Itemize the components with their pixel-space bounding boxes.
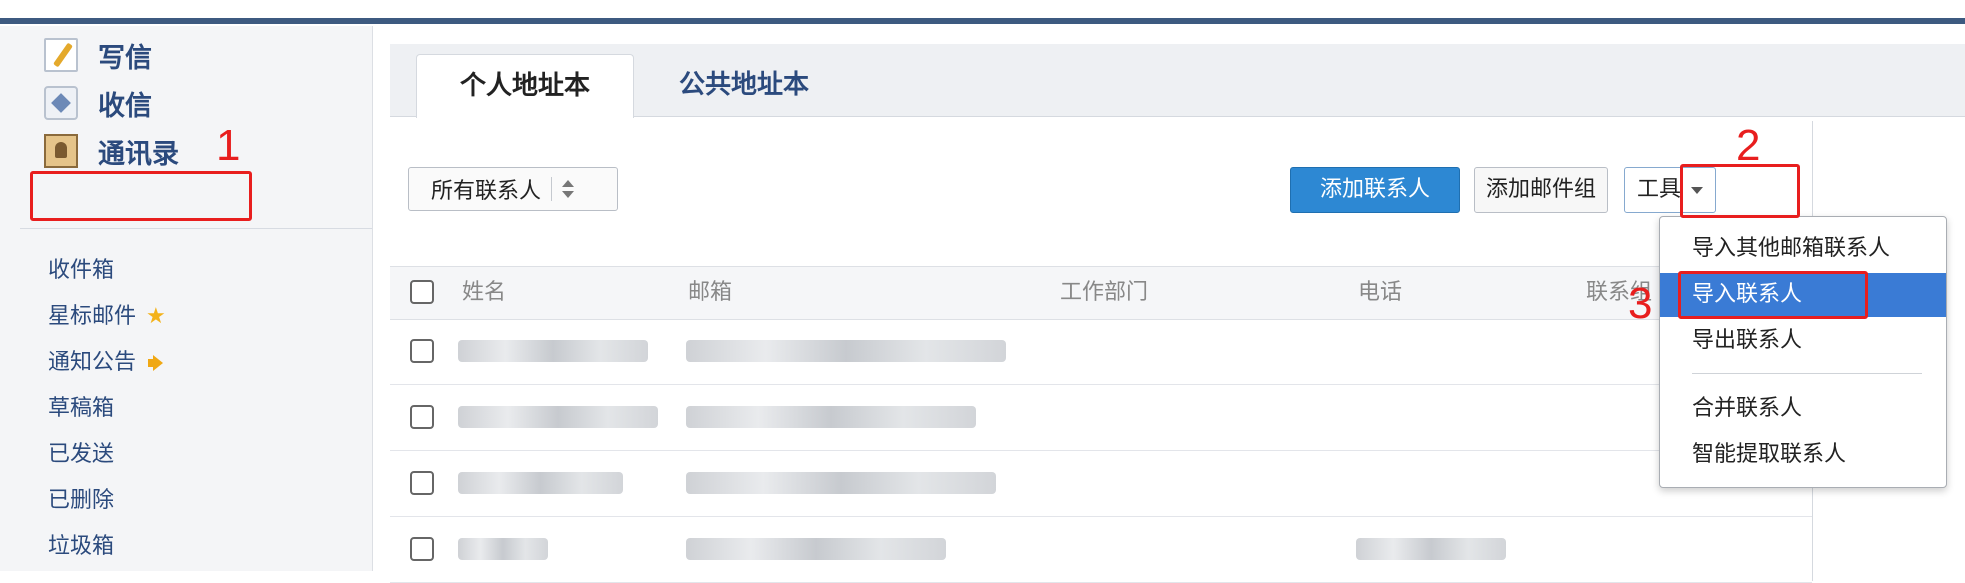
folder-sent[interactable]: 已发送 bbox=[48, 432, 166, 478]
folder-notices[interactable]: 通知公告 bbox=[48, 340, 166, 386]
menu-divider bbox=[1692, 373, 1922, 374]
column-name[interactable]: 姓名 bbox=[462, 267, 506, 319]
table-row[interactable] bbox=[390, 517, 1812, 583]
folder-inbox[interactable]: 收件箱 bbox=[48, 248, 166, 294]
folder-label: 通知公告 bbox=[48, 350, 137, 375]
row-checkbox[interactable] bbox=[410, 405, 434, 429]
sidebar-item-contacts[interactable]: 通讯录 bbox=[44, 127, 179, 175]
top-header bbox=[0, 0, 1965, 26]
redacted-name bbox=[458, 538, 548, 560]
sidebar-item-compose[interactable]: 写信 bbox=[44, 31, 152, 79]
tab-personal-addressbook[interactable]: 个人地址本 bbox=[416, 54, 634, 118]
annotation-number-3: 3 bbox=[1628, 279, 1653, 328]
column-department[interactable]: 工作部门 bbox=[1060, 267, 1148, 319]
redacted-email bbox=[686, 406, 976, 428]
table-header: 姓名 邮箱 工作部门 电话 联系组 bbox=[390, 266, 1812, 320]
folder-list: 收件箱 星标邮件 ★ 通知公告 草稿箱 已发送 已删除 垃圾箱 bbox=[48, 248, 166, 570]
column-email[interactable]: 邮箱 bbox=[688, 267, 732, 319]
folder-drafts[interactable]: 草稿箱 bbox=[48, 386, 166, 432]
sidebar-item-label: 写信 bbox=[98, 42, 152, 74]
annotation-number-1: 1 bbox=[216, 121, 241, 170]
row-checkbox[interactable] bbox=[410, 471, 434, 495]
sidebar-divider bbox=[20, 228, 372, 229]
row-checkbox[interactable] bbox=[410, 537, 434, 561]
tools-dropdown-menu: 导入其他邮箱联系人 导入联系人 导出联系人 合并联系人 智能提取联系人 bbox=[1659, 216, 1947, 488]
folder-deleted[interactable]: 已删除 bbox=[48, 478, 166, 524]
add-group-button[interactable]: 添加邮件组 bbox=[1474, 167, 1608, 213]
table-row[interactable] bbox=[390, 319, 1812, 385]
redacted-email bbox=[686, 538, 946, 560]
header-accent-line bbox=[0, 18, 1965, 24]
folder-label: 星标邮件 bbox=[48, 304, 137, 329]
annotation-box-tools bbox=[1680, 164, 1800, 218]
inbox-icon bbox=[44, 86, 78, 120]
annotation-box-import bbox=[1678, 271, 1868, 319]
folder-label: 已删除 bbox=[48, 488, 115, 513]
speaker-icon bbox=[148, 355, 166, 371]
add-contact-button[interactable]: 添加联系人 bbox=[1290, 167, 1460, 213]
menu-export-contacts[interactable]: 导出联系人 bbox=[1660, 319, 1946, 363]
folder-label: 垃圾箱 bbox=[48, 534, 115, 559]
star-icon: ★ bbox=[146, 304, 166, 329]
compose-icon bbox=[44, 38, 78, 72]
redacted-email bbox=[686, 340, 1006, 362]
annotation-number-2: 2 bbox=[1736, 121, 1761, 170]
table-row[interactable] bbox=[390, 385, 1812, 451]
annotation-box-contacts bbox=[30, 171, 252, 221]
contact-filter-select[interactable]: 所有联系人 bbox=[408, 167, 618, 211]
sort-arrows-icon bbox=[562, 178, 575, 200]
menu-merge-contacts[interactable]: 合并联系人 bbox=[1660, 387, 1946, 431]
folder-starred[interactable]: 星标邮件 ★ bbox=[48, 294, 166, 340]
redacted-name bbox=[458, 472, 623, 494]
sidebar-item-inbox[interactable]: 收信 bbox=[44, 79, 152, 127]
column-phone[interactable]: 电话 bbox=[1358, 267, 1402, 319]
tab-bar: 个人地址本 公共地址本 bbox=[390, 44, 1965, 118]
menu-import-other-mailbox[interactable]: 导入其他邮箱联系人 bbox=[1660, 227, 1946, 271]
sidebar: 写信 收信 通讯录 收件箱 星标邮件 ★ 通知公告 草稿箱 已发送 已删除 垃圾箱 bbox=[0, 26, 373, 571]
filter-label: 所有联系人 bbox=[431, 179, 542, 204]
table-row[interactable] bbox=[390, 451, 1812, 517]
redacted-phone bbox=[1356, 538, 1506, 560]
redacted-name bbox=[458, 406, 658, 428]
folder-label: 已发送 bbox=[48, 442, 115, 467]
tab-public-addressbook[interactable]: 公共地址本 bbox=[654, 54, 834, 117]
sidebar-item-label: 通讯录 bbox=[98, 138, 179, 170]
menu-smart-extract-contacts[interactable]: 智能提取联系人 bbox=[1660, 433, 1946, 477]
folder-label: 草稿箱 bbox=[48, 396, 115, 421]
contacts-icon bbox=[44, 134, 78, 168]
folder-spam[interactable]: 垃圾箱 bbox=[48, 524, 166, 570]
folder-label: 收件箱 bbox=[48, 258, 115, 283]
tools-label: 工具 bbox=[1636, 177, 1681, 202]
redacted-email bbox=[686, 472, 996, 494]
row-checkbox[interactable] bbox=[410, 339, 434, 363]
redacted-name bbox=[458, 340, 648, 362]
select-divider bbox=[551, 177, 553, 201]
sidebar-item-label: 收信 bbox=[98, 90, 152, 122]
select-all-checkbox[interactable] bbox=[410, 280, 434, 304]
